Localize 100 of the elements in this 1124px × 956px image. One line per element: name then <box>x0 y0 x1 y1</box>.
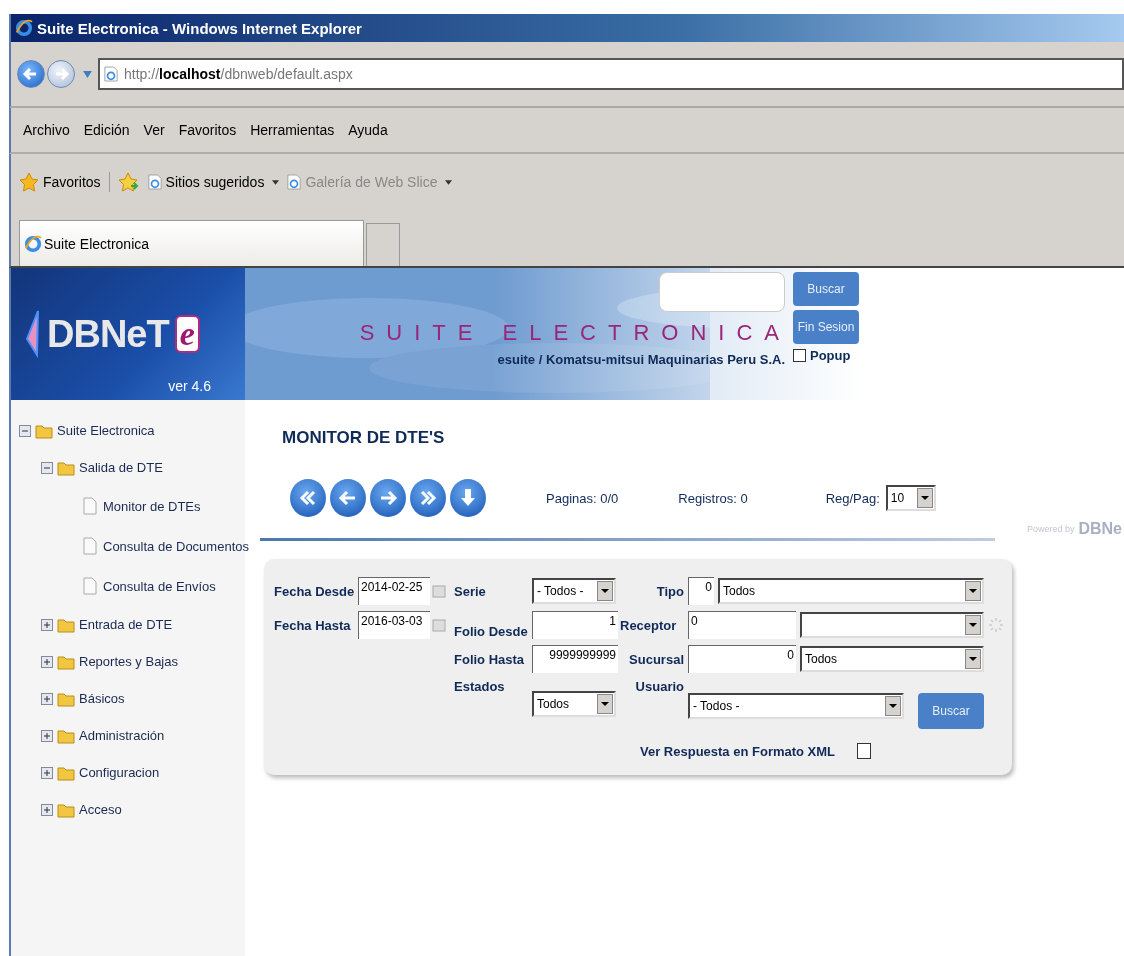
folder-icon <box>57 616 75 633</box>
favorites-button[interactable]: Favoritos <box>19 172 110 192</box>
estados-select[interactable]: Todos <box>532 691 616 717</box>
last-page-button[interactable] <box>410 479 446 517</box>
star-icon <box>19 172 39 192</box>
tree-item[interactable]: Reportes y Bajas <box>79 654 178 669</box>
next-page-button[interactable] <box>370 479 406 517</box>
folio-field[interactable]: 9999999999 <box>532 645 618 673</box>
field-label: Receptor <box>620 617 678 633</box>
folder-icon <box>57 727 75 744</box>
company-subtitle: esuite / Komatsu-mitsui Maquinarias Peru S.A. <box>497 352 785 367</box>
usuario-select[interactable]: - Todos - <box>688 693 904 719</box>
tree-item[interactable]: Salida de DTE <box>79 460 163 475</box>
popup-checkbox[interactable] <box>793 349 806 362</box>
version-text: ver 4.6 <box>168 378 211 394</box>
field-label: Usuario <box>634 679 685 694</box>
document-icon <box>83 537 97 555</box>
expander-icon[interactable] <box>41 618 53 631</box>
folder-icon <box>57 764 75 781</box>
add-favorite-icon <box>117 172 140 192</box>
tree-item[interactable]: Configuracion <box>79 765 160 780</box>
page-title: MONITOR DE DTE'S <box>282 428 446 448</box>
folder-icon <box>57 653 75 670</box>
tree-item[interactable]: Suite Electronica <box>57 423 155 438</box>
header-button[interactable]: Fin Sesion <box>793 310 859 344</box>
browser-tab[interactable]: Suite Electronica <box>19 220 364 266</box>
search-field[interactable] <box>659 272 785 312</box>
tipo-select[interactable]: Todos <box>718 578 984 604</box>
menu-item[interactable]: Edición <box>83 122 130 138</box>
popup-label: Popup <box>810 348 851 363</box>
first-page-button[interactable] <box>290 479 326 517</box>
expander-icon[interactable] <box>41 766 53 779</box>
folio-field[interactable]: 1 <box>532 611 618 639</box>
expander-icon[interactable] <box>41 655 53 668</box>
tree-item[interactable]: Acceso <box>79 802 122 817</box>
expander-icon[interactable] <box>41 692 53 705</box>
menu-item[interactable]: Archivo <box>23 122 70 138</box>
serie-select[interactable]: - Todos - <box>532 578 616 604</box>
xml-checkbox[interactable] <box>857 743 872 759</box>
window-title: Suite Electronica - Windows Internet Explorer <box>37 19 362 37</box>
header-button[interactable]: Buscar <box>793 272 859 306</box>
tree-item[interactable]: Básicos <box>79 691 125 706</box>
browser-logo-icon <box>24 234 42 253</box>
download-button[interactable] <box>450 479 486 517</box>
page-icon <box>287 174 302 190</box>
tree-item[interactable]: Consulta de Documentos <box>103 538 249 554</box>
field-label: Folio Desde <box>454 624 529 639</box>
expander-icon[interactable] <box>41 461 53 474</box>
per-page-label: Reg/Pag: <box>825 490 880 506</box>
document-icon <box>83 577 97 595</box>
code-field[interactable]: 0 <box>688 577 714 605</box>
prev-page-button[interactable] <box>330 479 366 517</box>
menu-item[interactable]: Ayuda <box>348 122 388 138</box>
field-label: Fecha Desde <box>274 583 356 599</box>
tree-item[interactable]: Consulta de Envíos <box>103 578 216 594</box>
date-field[interactable]: 2014-02-25 <box>358 577 430 605</box>
field-label: Estados <box>454 679 506 694</box>
forward-button[interactable] <box>47 60 75 88</box>
date-field[interactable]: 2016-03-03 <box>358 611 430 639</box>
search-button[interactable]: Buscar <box>918 693 984 729</box>
tree-item[interactable]: Administración <box>79 728 165 743</box>
menu-item[interactable]: Herramientas <box>250 122 335 138</box>
expander-icon[interactable] <box>19 424 31 437</box>
page-icon <box>104 66 118 82</box>
field-label: Ver Respuesta en Formato XML <box>640 743 836 759</box>
menu-item[interactable]: Favoritos <box>178 122 237 138</box>
loading-spinner-icon <box>988 617 1004 633</box>
dropdown-icon <box>83 70 92 78</box>
app-title: SUITE ELECTRONICA <box>359 320 791 346</box>
caret-icon <box>445 179 453 185</box>
receptor-select[interactable] <box>800 612 984 638</box>
tree-item[interactable]: Monitor de DTEs <box>103 498 201 514</box>
field-label: Folio Hasta <box>454 651 526 667</box>
menu-item[interactable]: Ver <box>143 122 165 138</box>
folder-icon <box>57 801 75 818</box>
sucursal-field[interactable]: 0 <box>688 645 796 673</box>
tab-title: Suite Electronica <box>44 235 150 252</box>
expander-icon[interactable] <box>41 803 53 816</box>
folder-icon <box>57 690 75 707</box>
page-count: Paginas: 0/0 <box>546 490 619 506</box>
field-label: Fecha Hasta <box>274 617 352 633</box>
receptor-field[interactable]: 0 <box>688 611 796 639</box>
logo-text: DBNeT <box>47 312 169 356</box>
field-label: Tipo <box>655 583 685 599</box>
per-page-select[interactable]: 10 <box>885 485 936 511</box>
back-button[interactable] <box>17 60 45 88</box>
document-icon <box>83 497 97 515</box>
address-field[interactable]: http://localhost/dbnweb/default.aspx <box>98 58 1124 90</box>
browser-logo-icon <box>15 19 33 37</box>
caret-icon <box>272 179 280 185</box>
sucursal-select[interactable]: Todos <box>800 646 984 672</box>
record-count: Registros: 0 <box>678 490 748 506</box>
tree-item[interactable]: Entrada de DTE <box>79 617 173 632</box>
field-label: Sucursal <box>628 651 685 667</box>
folder-icon <box>35 422 53 439</box>
expander-icon[interactable] <box>41 729 53 742</box>
folder-icon <box>57 459 75 476</box>
field-label: Serie <box>454 583 487 599</box>
favorites-link[interactable]: Sitios sugeridos <box>147 174 280 190</box>
page-icon <box>147 174 162 190</box>
